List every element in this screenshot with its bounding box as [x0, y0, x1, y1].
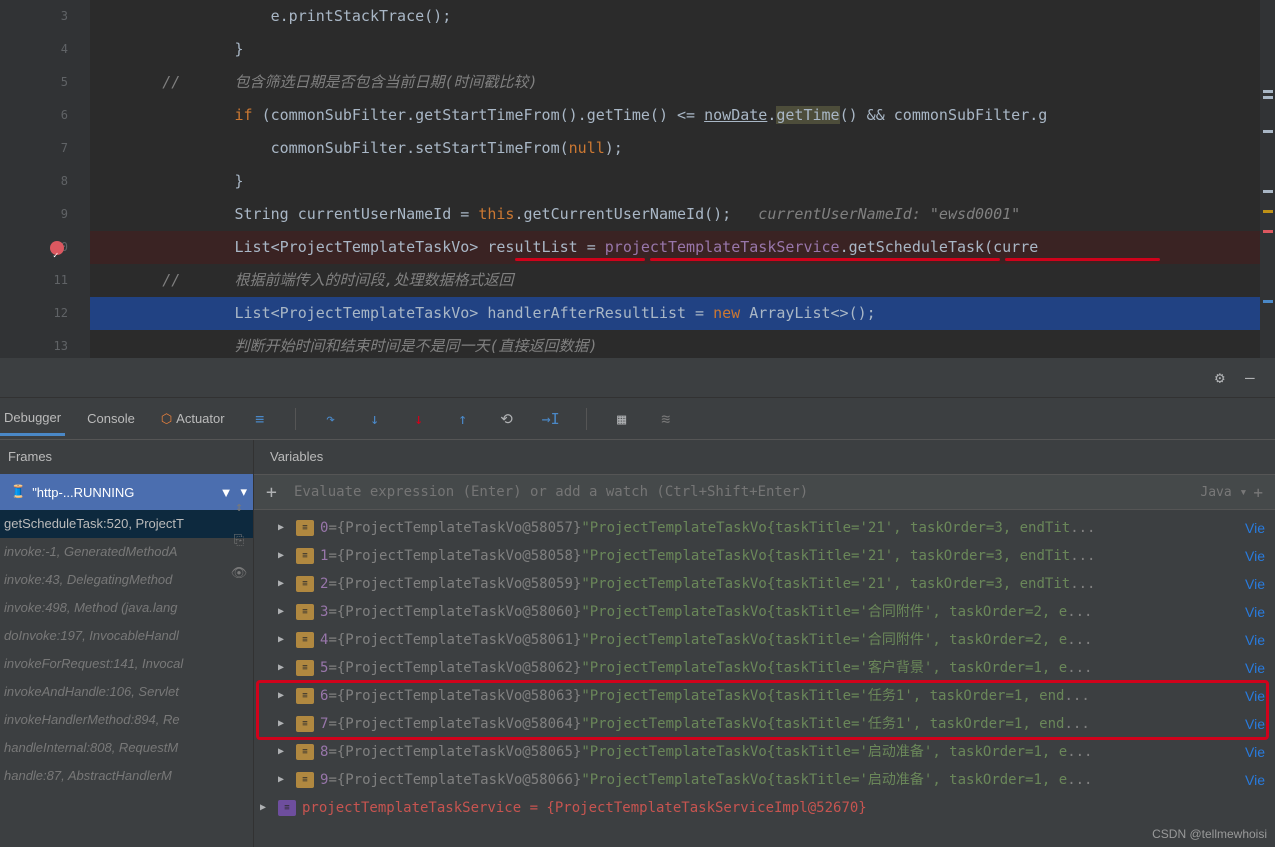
- run-to-cursor-icon[interactable]: →I: [538, 406, 564, 432]
- annotation-underline: [515, 258, 645, 261]
- thread-icon: 🧵: [10, 484, 26, 500]
- restore-layout-icon[interactable]: ↕: [235, 500, 243, 515]
- debug-toolbar-top: ⚙ —: [0, 358, 1275, 398]
- tab-actuator[interactable]: ⬡Actuator: [157, 403, 229, 435]
- force-step-into-icon[interactable]: ↓: [406, 406, 432, 432]
- annotation-underline: [650, 258, 1000, 261]
- step-over-icon[interactable]: ↷: [318, 406, 344, 432]
- step-out-icon[interactable]: ↑: [450, 406, 476, 432]
- frame-list[interactable]: getScheduleTask:520, ProjectT invoke:-1,…: [0, 510, 253, 847]
- add-watch-icon[interactable]: +: [1253, 483, 1263, 502]
- view-link[interactable]: Vie: [1245, 766, 1265, 794]
- debug-tabs: Debugger Console ⬡Actuator ≡ ↷ ↓ ↓ ↑ ⟲ →…: [0, 398, 1275, 440]
- trace-icon[interactable]: ≋: [653, 406, 679, 432]
- stack-frame[interactable]: invoke:43, DelegatingMethod: [0, 566, 253, 594]
- view-link[interactable]: Vie: [1245, 514, 1265, 542]
- breakpoint-line[interactable]: 10: [0, 231, 90, 264]
- variable-item[interactable]: ▶≡1 = {ProjectTemplateTaskVo@58058} "Pro…: [254, 542, 1275, 570]
- variables-header: Variables: [254, 440, 1275, 474]
- stack-frame[interactable]: handle:87, AbstractHandlerM: [0, 762, 253, 790]
- frames-header: Frames: [0, 440, 253, 474]
- view-link[interactable]: Vie: [1245, 542, 1265, 570]
- variable-item[interactable]: ▶≡4 = {ProjectTemplateTaskVo@58061} "Pro…: [254, 626, 1275, 654]
- view-link[interactable]: Vie: [1245, 682, 1265, 710]
- copy-icon[interactable]: ⎘: [234, 533, 244, 548]
- variable-item[interactable]: ▶≡2 = {ProjectTemplateTaskVo@58059} "Pro…: [254, 570, 1275, 598]
- error-stripe[interactable]: [1260, 0, 1275, 358]
- code-editor[interactable]: 3 4 5 6 7 8 9 10 11 12 13 e.printStackTr…: [0, 0, 1275, 358]
- variable-item[interactable]: ▶≡3 = {ProjectTemplateTaskVo@58060} "Pro…: [254, 598, 1275, 626]
- dropdown-icon[interactable]: ▾: [240, 484, 247, 500]
- evaluate-row: + Java ▾ +: [254, 474, 1275, 510]
- code-content[interactable]: e.printStackTrace(); } // 包含筛选日期是否包含当前日期…: [90, 0, 1275, 358]
- breakpoint-icon[interactable]: [50, 241, 64, 255]
- variable-item[interactable]: ▶≡5 = {ProjectTemplateTaskVo@58062} "Pro…: [254, 654, 1275, 682]
- annotation-underline: [1005, 258, 1160, 261]
- gear-icon[interactable]: ⚙: [1215, 368, 1235, 388]
- evaluate-icon[interactable]: ▦: [609, 406, 635, 432]
- stack-frame[interactable]: invokeForRequest:141, Invocal: [0, 650, 253, 678]
- variable-item[interactable]: ▶≡6 = {ProjectTemplateTaskVo@58063} "Pro…: [254, 682, 1275, 710]
- variable-item[interactable]: ▶≡0 = {ProjectTemplateTaskVo@58057} "Pro…: [254, 514, 1275, 542]
- frames-panel: Frames 🧵 "http-...RUNNING ▼ ▾ getSchedul…: [0, 440, 254, 847]
- step-into-icon[interactable]: ↓: [362, 406, 388, 432]
- stack-frame[interactable]: doInvoke:197, InvocableHandl: [0, 622, 253, 650]
- debug-panel: ⚙ — Debugger Console ⬡Actuator ≡ ↷ ↓ ↓ ↑…: [0, 358, 1275, 847]
- stack-frame[interactable]: invokeHandlerMethod:894, Re: [0, 706, 253, 734]
- view-link[interactable]: Vie: [1245, 626, 1265, 654]
- view-link[interactable]: Vie: [1245, 710, 1265, 738]
- tab-debugger[interactable]: Debugger: [0, 402, 65, 436]
- watermark: CSDN @tellmewhoisi: [1152, 827, 1267, 841]
- threads-icon[interactable]: ≡: [247, 406, 273, 432]
- view-link[interactable]: Vie: [1245, 570, 1265, 598]
- view-link[interactable]: Vie: [1245, 598, 1265, 626]
- variable-item[interactable]: ▶≡7 = {ProjectTemplateTaskVo@58064} "Pro…: [254, 710, 1275, 738]
- stack-frame[interactable]: invoke:498, Method (java.lang: [0, 594, 253, 622]
- tab-console[interactable]: Console: [83, 403, 139, 434]
- filter-icon[interactable]: ▼: [220, 485, 233, 500]
- actuator-icon: ⬡: [161, 411, 172, 426]
- variable-item[interactable]: ▶≡projectTemplateTaskService = {ProjectT…: [254, 794, 1275, 822]
- plus-icon[interactable]: +: [266, 482, 286, 503]
- variable-item[interactable]: ▶≡9 = {ProjectTemplateTaskVo@58066} "Pro…: [254, 766, 1275, 794]
- stack-frame[interactable]: handleInternal:808, RequestM: [0, 734, 253, 762]
- stack-frame[interactable]: getScheduleTask:520, ProjectT: [0, 510, 253, 538]
- variable-item[interactable]: ▶≡8 = {ProjectTemplateTaskVo@58065} "Pro…: [254, 738, 1275, 766]
- view-link[interactable]: Vie: [1245, 738, 1265, 766]
- variables-panel: ↕ ⎘ 👁 Variables + Java ▾ + ▶≡0 = {Projec…: [254, 440, 1275, 847]
- stack-frame[interactable]: invokeAndHandle:106, Servlet: [0, 678, 253, 706]
- line-gutter: 3 4 5 6 7 8 9 10 11 12 13: [0, 0, 90, 358]
- variable-tree[interactable]: ▶≡0 = {ProjectTemplateTaskVo@58057} "Pro…: [254, 510, 1275, 847]
- minus-icon[interactable]: —: [1245, 368, 1265, 388]
- thread-selector[interactable]: 🧵 "http-...RUNNING ▼ ▾: [0, 474, 253, 510]
- drop-frame-icon[interactable]: ⟲: [494, 406, 520, 432]
- view-link[interactable]: Vie: [1245, 654, 1265, 682]
- eval-language[interactable]: Java ▾: [1200, 485, 1247, 500]
- watch-icon[interactable]: 👁: [231, 566, 248, 581]
- stack-frame[interactable]: invoke:-1, GeneratedMethodA: [0, 538, 253, 566]
- evaluate-input[interactable]: [294, 484, 1200, 500]
